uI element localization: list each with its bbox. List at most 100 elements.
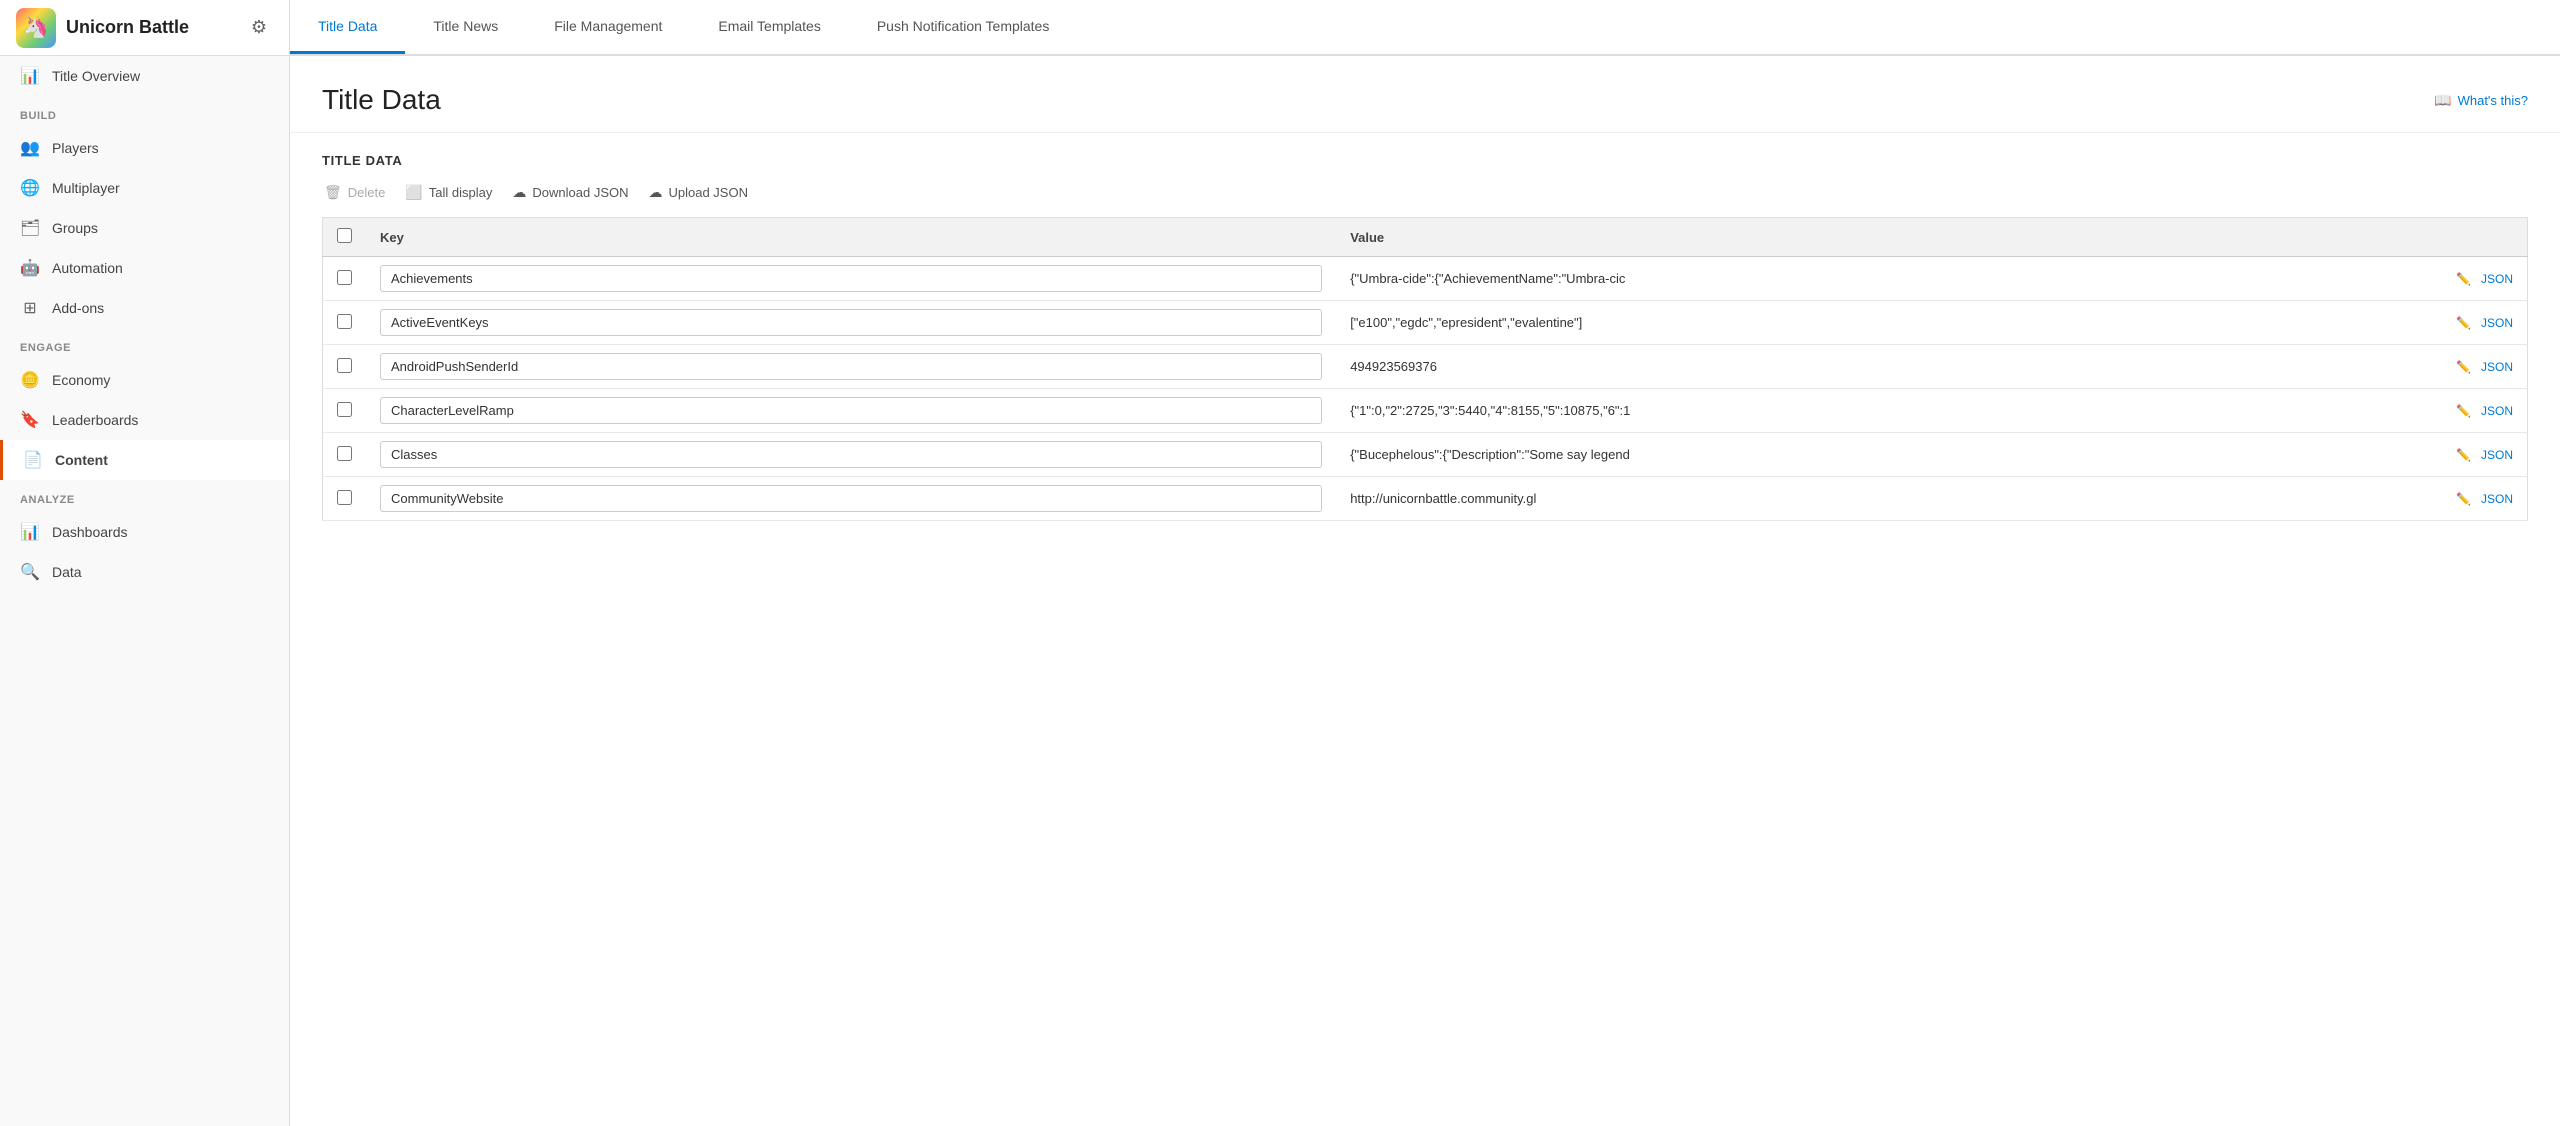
sidebar-item-data[interactable]: 🔍 Data <box>0 552 289 592</box>
row-checkbox-1[interactable] <box>337 314 352 329</box>
row-value-cell-5: http://unicornbattle.community.gl <box>1336 477 2436 521</box>
key-input-4[interactable] <box>380 441 1322 468</box>
tab-email-templates[interactable]: Email Templates <box>690 0 848 54</box>
toolbar: 🗑 Delete ⬜ Tall display ☁ Download JSON … <box>322 180 2528 205</box>
app-logo-icon: 🦄 <box>16 8 56 48</box>
row-checkbox-2[interactable] <box>337 358 352 373</box>
row-key-cell-3 <box>366 389 1336 433</box>
economy-icon: 🪙 <box>20 370 40 390</box>
row-actions-cell-4: ✏️ JSON <box>2436 433 2527 477</box>
edit-icon-4[interactable]: ✏️ <box>2456 448 2471 462</box>
row-checkbox-4[interactable] <box>337 446 352 461</box>
value-text-2: 494923569376 <box>1350 359 1930 374</box>
sidebar-item-content[interactable]: 📄 Content <box>0 440 289 480</box>
download-icon: ☁ <box>512 184 526 201</box>
header-actions <box>2436 218 2527 257</box>
key-input-2[interactable] <box>380 353 1322 380</box>
json-link-2[interactable]: JSON <box>2481 360 2513 374</box>
app-name: Unicorn Battle <box>66 17 189 38</box>
table-row: 494923569376 ✏️ JSON <box>323 345 2528 389</box>
sidebar-item-title-overview[interactable]: 📊 Title Overview <box>0 56 289 96</box>
edit-icon-0[interactable]: ✏️ <box>2456 272 2471 286</box>
tall-display-button[interactable]: ⬜ Tall display <box>403 180 494 205</box>
row-key-cell-5 <box>366 477 1336 521</box>
row-checkbox-0[interactable] <box>337 270 352 285</box>
sidebar-item-add-ons[interactable]: ⊞ Add-ons <box>0 288 289 328</box>
dashboards-icon: 📊 <box>20 522 40 542</box>
row-checkbox-5[interactable] <box>337 490 352 505</box>
edit-icon-3[interactable]: ✏️ <box>2456 404 2471 418</box>
title-data-table: Key Value {"Umbra-cide":{"AchievementNam… <box>322 217 2528 521</box>
table-body: {"Umbra-cide":{"AchievementName":"Umbra-… <box>323 257 2528 521</box>
header-checkbox-cell <box>323 218 367 257</box>
json-link-5[interactable]: JSON <box>2481 492 2513 506</box>
row-checkbox-cell-5 <box>323 477 367 521</box>
value-text-0: {"Umbra-cide":{"AchievementName":"Umbra-… <box>1350 271 1930 286</box>
sidebar-label-multiplayer: Multiplayer <box>52 180 120 196</box>
tab-title-news[interactable]: Title News <box>405 0 526 54</box>
key-input-3[interactable] <box>380 397 1322 424</box>
row-key-cell-4 <box>366 433 1336 477</box>
table-row: http://unicornbattle.community.gl ✏️ JSON <box>323 477 2528 521</box>
json-link-4[interactable]: JSON <box>2481 448 2513 462</box>
key-input-1[interactable] <box>380 309 1322 336</box>
select-all-checkbox[interactable] <box>337 228 352 243</box>
book-icon: 📖 <box>2434 92 2451 109</box>
row-actions-cell-2: ✏️ JSON <box>2436 345 2527 389</box>
table-row: ["e100","egdc","epresident","evalentine"… <box>323 301 2528 345</box>
tab-push-notification[interactable]: Push Notification Templates <box>849 0 1078 54</box>
tab-file-management[interactable]: File Management <box>526 0 690 54</box>
sidebar-label-economy: Economy <box>52 372 110 388</box>
sidebar-item-groups[interactable]: 🗂 Groups <box>0 208 289 248</box>
json-link-3[interactable]: JSON <box>2481 404 2513 418</box>
row-checkbox-3[interactable] <box>337 402 352 417</box>
json-link-0[interactable]: JSON <box>2481 272 2513 286</box>
sidebar-label-leaderboards: Leaderboards <box>52 412 138 428</box>
row-actions-cell-0: ✏️ JSON <box>2436 257 2527 301</box>
row-checkbox-cell-2 <box>323 345 367 389</box>
row-actions-cell-3: ✏️ JSON <box>2436 389 2527 433</box>
sidebar-item-players[interactable]: 👥 Players <box>0 128 289 168</box>
sidebar-item-economy[interactable]: 🪙 Economy <box>0 360 289 400</box>
row-checkbox-cell-3 <box>323 389 367 433</box>
row-value-cell-0: {"Umbra-cide":{"AchievementName":"Umbra-… <box>1336 257 2436 301</box>
sidebar-label-data: Data <box>52 564 82 580</box>
row-actions-cell-5: ✏️ JSON <box>2436 477 2527 521</box>
edit-icon-5[interactable]: ✏️ <box>2456 492 2471 506</box>
whats-this-link[interactable]: 📖 What's this? <box>2434 92 2528 109</box>
table-row: {"1":0,"2":2725,"3":5440,"4":8155,"5":10… <box>323 389 2528 433</box>
trash-icon: 🗑 <box>324 184 342 201</box>
table-header-row: Key Value <box>323 218 2528 257</box>
key-input-5[interactable] <box>380 485 1322 512</box>
groups-icon: 🗂 <box>20 218 40 238</box>
header-value: Value <box>1336 218 2436 257</box>
sidebar-section-engage: ENGAGE <box>0 328 289 360</box>
edit-icon-1[interactable]: ✏️ <box>2456 316 2471 330</box>
sidebar-label-dashboards: Dashboards <box>52 524 128 540</box>
sidebar-item-dashboards[interactable]: 📊 Dashboards <box>0 512 289 552</box>
sidebar-label-content: Content <box>55 452 108 468</box>
edit-icon-2[interactable]: ✏️ <box>2456 360 2471 374</box>
json-link-1[interactable]: JSON <box>2481 316 2513 330</box>
value-text-4: {"Bucephelous":{"Description":"Some say … <box>1350 447 1930 462</box>
leaderboards-icon: 🔖 <box>20 410 40 430</box>
delete-button[interactable]: 🗑 Delete <box>322 180 387 205</box>
sidebar-label-groups: Groups <box>52 220 98 236</box>
key-input-0[interactable] <box>380 265 1322 292</box>
sidebar-label-automation: Automation <box>52 260 123 276</box>
sidebar-item-automation[interactable]: 🤖 Automation <box>0 248 289 288</box>
section-title: TITLE DATA <box>322 153 2528 168</box>
download-json-button[interactable]: ☁ Download JSON <box>510 180 630 205</box>
sidebar-label-players: Players <box>52 140 99 156</box>
addons-icon: ⊞ <box>20 298 40 318</box>
sidebar-item-leaderboards[interactable]: 🔖 Leaderboards <box>0 400 289 440</box>
row-checkbox-cell-4 <box>323 433 367 477</box>
table-row: {"Bucephelous":{"Description":"Some say … <box>323 433 2528 477</box>
settings-gear-button[interactable]: ⚙ <box>245 11 273 44</box>
sidebar-item-multiplayer[interactable]: 🌐 Multiplayer <box>0 168 289 208</box>
upload-json-button[interactable]: ☁ Upload JSON <box>647 180 750 205</box>
tab-title-data[interactable]: Title Data <box>290 0 405 54</box>
title-data-section: TITLE DATA 🗑 Delete ⬜ Tall display ☁ Dow… <box>290 133 2560 541</box>
tall-display-icon: ⬜ <box>405 184 422 201</box>
row-value-cell-4: {"Bucephelous":{"Description":"Some say … <box>1336 433 2436 477</box>
